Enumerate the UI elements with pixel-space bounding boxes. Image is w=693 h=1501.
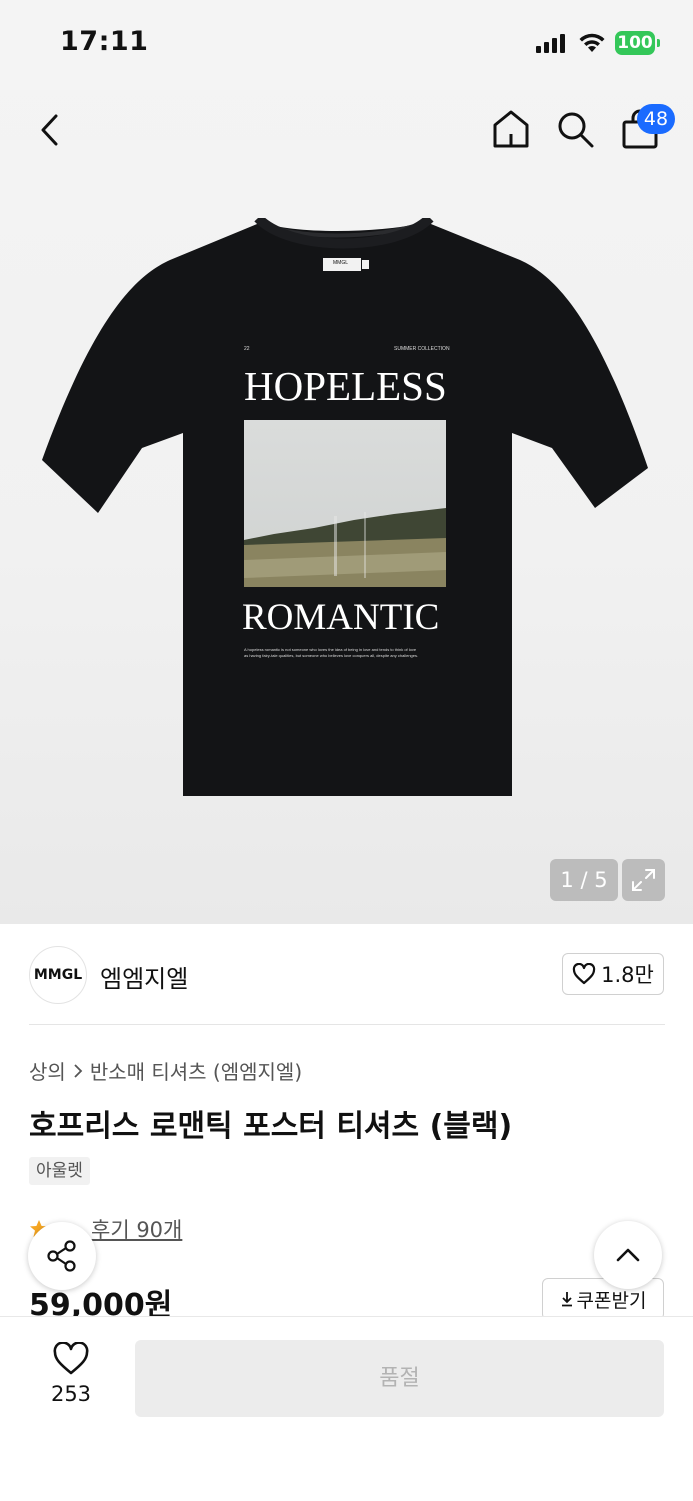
battery-indicator: 100 [615,31,655,55]
brand-name[interactable]: 엠엠지엘 [100,959,188,994]
share-button[interactable] [28,1222,96,1290]
coupon-label: 쿠폰받기 [576,1289,647,1312]
signal-icon [536,34,565,53]
brand-like-button[interactable]: 1.8만 [562,953,664,995]
outlet-tag: 아울렛 [29,1157,90,1185]
brand-like-count: 1.8만 [601,963,654,987]
status-time: 17:11 [60,26,149,57]
chevron-right-icon [74,1063,83,1078]
brand-logo[interactable]: MMGL [29,946,87,1004]
image-counter: 1 / 5 [550,859,618,901]
tshirt-landscape-photo [244,420,446,587]
product-title: 호프리스 로맨틱 포스터 티셔츠 (블랙) [29,1109,513,1144]
tshirt-print-line1: HOPELESS [244,363,447,409]
expand-icon [632,869,655,891]
heart-icon [573,963,596,985]
breadcrumb: 상의 반소매 티셔츠 (엠엠지엘) [29,1056,302,1085]
review-link[interactable]: 후기 90개 [91,1214,182,1244]
search-icon[interactable] [556,110,596,150]
expand-image-button[interactable] [622,859,665,901]
tshirt-label-text: MMGL [333,260,348,266]
wishlist-count: 253 [50,1382,92,1406]
chevron-up-icon [616,1248,640,1262]
wishlist-button[interactable]: 253 [38,1341,104,1406]
wifi-icon [579,33,605,52]
share-icon [47,1240,76,1272]
tshirt-print-line2: ROMANTIC [242,597,440,638]
tshirt-caption-1: A hopeless romantic is not someone who l… [244,647,417,652]
breadcrumb-subcategory[interactable]: 반소매 티셔츠 (엠엠지엘) [90,1056,302,1085]
breadcrumb-category[interactable]: 상의 [29,1056,66,1085]
tshirt-number: 22 [244,346,250,352]
scroll-to-top-button[interactable] [594,1221,662,1289]
status-bar: 17:11 100 [0,0,693,88]
sold-out-button: 품절 [135,1340,664,1417]
download-icon [561,1292,572,1307]
cart-count-badge: 48 [637,104,675,134]
back-arrow-icon[interactable] [36,112,64,148]
divider [29,1024,665,1025]
coupon-button[interactable]: 쿠폰받기 [542,1278,664,1320]
tshirt-collection: SUMMER COLLECTION [394,346,450,352]
heart-icon [53,1341,89,1375]
battery-tip [657,39,660,47]
tshirt-caption-2: as having fairy-tale qualities, but some… [244,653,419,658]
home-icon[interactable] [491,108,531,150]
